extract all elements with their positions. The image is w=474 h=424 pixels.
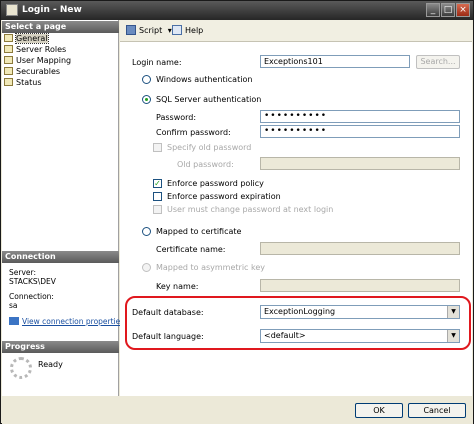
sidebar: Select a page General Server Roles User …: [2, 20, 124, 406]
toolbar: Script ▾ Help: [120, 20, 472, 42]
login-name-label: Login name:: [132, 58, 182, 67]
default-database-highlight: [125, 296, 471, 350]
sidebar-item-label: Securables: [16, 67, 61, 76]
window-title: Login - New: [22, 5, 82, 15]
help-button[interactable]: Help: [172, 25, 203, 35]
view-connection-properties-label: View connection properties: [22, 317, 125, 326]
sidebar-item-user-mapping[interactable]: User Mapping: [4, 56, 71, 66]
old-password-input[interactable]: [260, 157, 460, 170]
connection-value: sa: [9, 301, 18, 310]
server-label: Server:: [9, 268, 36, 277]
cancel-button[interactable]: Cancel: [408, 403, 466, 418]
page-icon: [4, 67, 13, 75]
sidebar-item-label: User Mapping: [16, 56, 72, 65]
must-change-checkbox[interactable]: [153, 205, 162, 214]
sidebar-item-status[interactable]: Status: [4, 78, 42, 88]
mapped-certificate-radio[interactable]: [142, 227, 151, 236]
confirm-password-label: Confirm password:: [156, 128, 231, 137]
ok-button[interactable]: OK: [355, 403, 403, 418]
password-input[interactable]: ••••••••••: [260, 110, 460, 123]
progress-spinner-icon: [10, 357, 32, 379]
sidebar-item-label: Server Roles: [16, 45, 67, 54]
key-name-label: Key name:: [156, 282, 199, 291]
select-page-header: Select a page: [2, 21, 119, 33]
enforce-policy-label: Enforce password policy: [167, 179, 264, 188]
maximize-button[interactable]: □: [441, 3, 455, 17]
sidebar-item-general[interactable]: General: [4, 33, 49, 44]
search-button[interactable]: Search...: [416, 55, 460, 69]
script-label: Script: [139, 26, 163, 35]
login-name-input[interactable]: Exceptions101: [260, 55, 410, 68]
connection-properties-icon: [9, 317, 19, 325]
page-icon: [4, 56, 13, 64]
script-button[interactable]: Script ▾: [126, 25, 172, 35]
app-icon: [6, 4, 18, 16]
enforce-expiration-label: Enforce password expiration: [167, 192, 281, 201]
mapped-certificate-label: Mapped to certificate: [156, 227, 242, 236]
must-change-label: User must change password at next login: [167, 205, 334, 214]
password-label: Password:: [156, 113, 197, 122]
page-icon: [4, 45, 13, 53]
page-icon: [4, 78, 13, 86]
close-button[interactable]: ×: [456, 3, 470, 17]
confirm-password-input[interactable]: ••••••••••: [260, 125, 460, 138]
progress-header: Progress: [2, 341, 119, 353]
specify-old-password-checkbox[interactable]: [153, 143, 162, 152]
help-label: Help: [185, 26, 204, 35]
certificate-name-combo[interactable]: [260, 242, 460, 255]
server-value: STACKS\DEV: [9, 277, 56, 286]
script-icon: [126, 25, 136, 35]
old-password-label: Old password:: [177, 160, 234, 169]
minimize-button[interactable]: _: [426, 3, 440, 17]
enforce-expiration-checkbox[interactable]: [153, 192, 162, 201]
connection-label: Connection:: [9, 292, 54, 301]
login-dialog: Login - New _ □ × Select a page General …: [0, 0, 474, 424]
view-connection-properties-link[interactable]: View connection properties: [9, 317, 124, 326]
certificate-name-label: Certificate name:: [156, 245, 226, 254]
sidebar-item-server-roles[interactable]: Server Roles: [4, 45, 66, 55]
key-name-combo[interactable]: [260, 279, 460, 292]
page-icon: [4, 34, 13, 42]
sql-auth-label: SQL Server authentication: [156, 95, 262, 104]
windows-auth-radio[interactable]: [142, 75, 151, 84]
mapped-key-label: Mapped to asymmetric key: [156, 263, 265, 272]
windows-auth-label: Windows authentication: [156, 75, 253, 84]
help-icon: [172, 25, 182, 35]
connection-header: Connection: [2, 251, 119, 263]
sidebar-item-securables[interactable]: Securables: [4, 67, 60, 77]
title-bar: Login - New _ □ ×: [1, 1, 473, 20]
progress-status: Ready: [38, 360, 63, 369]
sidebar-item-label: Status: [16, 78, 42, 87]
sidebar-item-label: General: [15, 33, 49, 44]
enforce-policy-checkbox[interactable]: ✓: [153, 179, 162, 188]
mapped-key-radio[interactable]: [142, 263, 151, 272]
sql-auth-radio[interactable]: [142, 95, 151, 104]
specify-old-password-label: Specify old password: [167, 143, 252, 152]
